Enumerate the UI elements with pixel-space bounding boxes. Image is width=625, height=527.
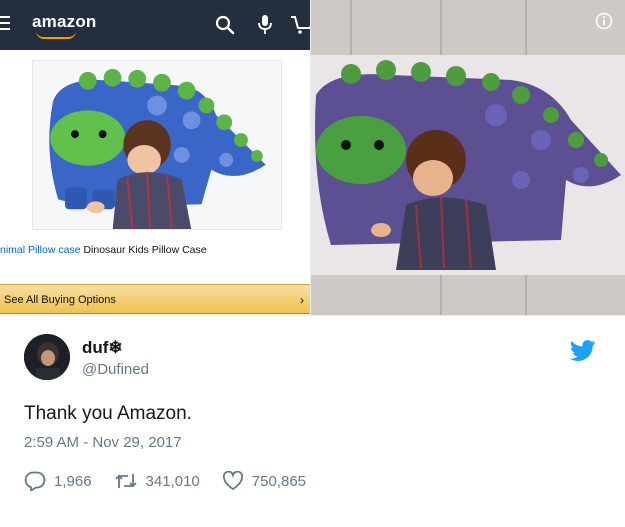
heart-icon bbox=[222, 471, 243, 491]
menu-icon[interactable] bbox=[0, 16, 12, 34]
amazon-screenshot: amazon nimal Pillow case Dinosaur Kids P… bbox=[0, 0, 310, 315]
meme-panels: amazon nimal Pillow case Dinosaur Kids P… bbox=[0, 0, 625, 315]
reply-icon bbox=[24, 471, 46, 491]
cart-icon[interactable] bbox=[290, 14, 310, 36]
chevron-right-icon: › bbox=[300, 293, 304, 307]
info-icon[interactable] bbox=[595, 12, 613, 30]
retweet-icon bbox=[114, 474, 137, 488]
tweet-actions: 1,966 341,010 750,865 bbox=[24, 469, 328, 493]
display-name[interactable]: duf❄ bbox=[82, 338, 123, 358]
buying-options-label: See All Buying Options bbox=[4, 294, 116, 306]
reply-count: 1,966 bbox=[54, 472, 92, 490]
amazon-smile-logo bbox=[36, 31, 76, 39]
reply-button[interactable]: 1,966 bbox=[24, 471, 92, 491]
tweet-card[interactable]: duf❄ @Dufined Thank you Amazon. 2:59 AM … bbox=[0, 315, 625, 527]
see-all-buying-options-button[interactable]: See All Buying Options › bbox=[0, 284, 310, 314]
real-pillow-photo bbox=[311, 0, 625, 315]
like-count: 750,865 bbox=[251, 472, 307, 490]
search-icon[interactable] bbox=[215, 15, 235, 35]
tweet-text: Thank you Amazon. bbox=[24, 403, 192, 424]
amazon-logo[interactable]: amazon bbox=[32, 12, 97, 32]
retweet-button[interactable]: 341,010 bbox=[114, 471, 200, 491]
product-title-link[interactable]: nimal Pillow case bbox=[0, 244, 81, 256]
like-button[interactable]: 750,865 bbox=[222, 471, 306, 491]
tweet-timestamp[interactable]: 2:59 AM - Nov 29, 2017 bbox=[24, 434, 182, 451]
product-image[interactable] bbox=[32, 60, 282, 230]
microphone-icon[interactable] bbox=[257, 14, 273, 36]
twitter-bird-icon[interactable] bbox=[570, 340, 596, 362]
retweet-count: 341,010 bbox=[145, 472, 200, 490]
avatar[interactable] bbox=[24, 334, 70, 380]
user-handle[interactable]: @Dufined bbox=[82, 361, 149, 378]
product-title[interactable]: nimal Pillow case Dinosaur Kids Pillow C… bbox=[0, 244, 310, 256]
amazon-top-bar: amazon bbox=[0, 0, 310, 50]
product-title-text: Dinosaur Kids Pillow Case bbox=[80, 244, 207, 256]
